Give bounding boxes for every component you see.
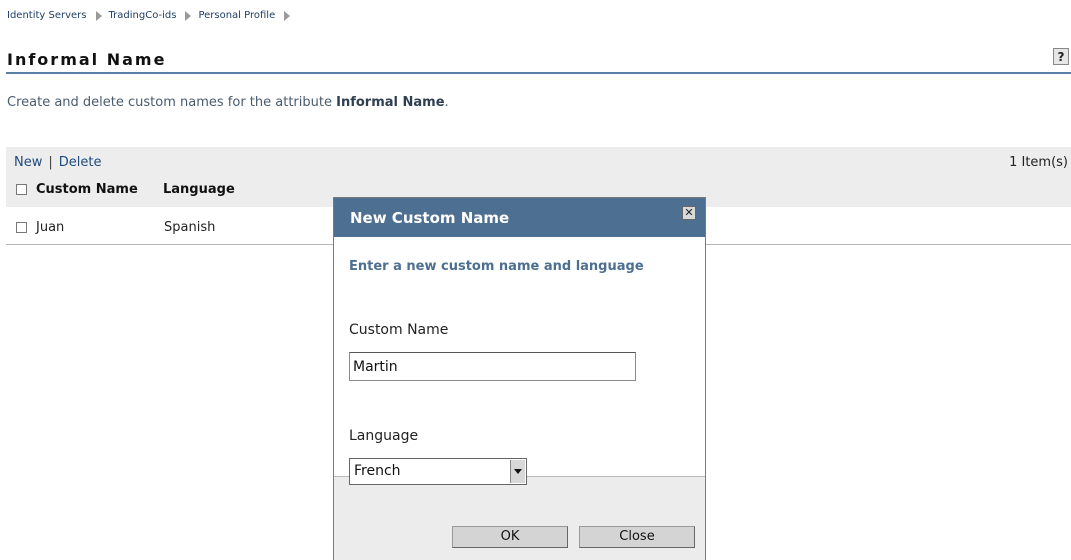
language-label: Language: [349, 428, 419, 444]
breadcrumb-item-identity-servers[interactable]: Identity Servers: [7, 10, 87, 21]
item-count: 1 Item(s): [1009, 155, 1068, 170]
dialog-title: New Custom Name: [350, 209, 510, 227]
row-custom-name: Juan: [36, 220, 65, 235]
page-title: Informal Name: [7, 50, 167, 69]
dialog-subtitle: Enter a new custom name and language: [349, 259, 644, 274]
ok-button[interactable]: OK: [452, 526, 568, 548]
page-description: Create and delete custom names for the a…: [7, 95, 449, 110]
table-header: Custom Name Language: [16, 182, 235, 197]
column-header-custom-name[interactable]: Custom Name: [36, 182, 163, 197]
new-link[interactable]: New: [14, 155, 42, 170]
close-icon[interactable]: ✕: [682, 206, 696, 220]
table-row[interactable]: Juan Spanish: [16, 220, 215, 235]
breadcrumb-arrow-icon: [284, 10, 291, 21]
row-checkbox[interactable]: [16, 222, 27, 233]
breadcrumb-item-tradingco-ids[interactable]: TradingCo-ids: [109, 10, 177, 21]
breadcrumb: Identity Servers TradingCo-ids Personal …: [7, 10, 297, 21]
column-header-language[interactable]: Language: [163, 182, 235, 197]
select-all-checkbox[interactable]: [16, 184, 27, 195]
title-divider: [6, 72, 1071, 74]
language-select[interactable]: French: [349, 458, 527, 485]
list-actions: New | Delete: [14, 155, 101, 170]
custom-name-input[interactable]: [349, 352, 636, 381]
dialog-header: New Custom Name ✕: [334, 198, 705, 237]
delete-link[interactable]: Delete: [59, 155, 102, 170]
help-button[interactable]: ?: [1053, 48, 1069, 65]
close-button[interactable]: Close: [579, 526, 695, 548]
description-suffix: .: [444, 95, 449, 110]
breadcrumb-item-personal-profile[interactable]: Personal Profile: [198, 10, 275, 21]
breadcrumb-arrow-icon: [95, 10, 102, 21]
breadcrumb-arrow-icon: [185, 10, 192, 21]
custom-name-label: Custom Name: [349, 322, 449, 338]
row-language: Spanish: [164, 220, 216, 235]
dialog-body: Enter a new custom name and language Cus…: [334, 237, 705, 485]
language-selected-value: French: [354, 463, 401, 479]
description-text: Create and delete custom names for the a…: [7, 95, 337, 110]
description-attribute: Informal Name: [336, 95, 445, 110]
action-separator: |: [48, 155, 53, 170]
chevron-down-icon[interactable]: [510, 460, 525, 483]
new-custom-name-dialog: New Custom Name ✕ Enter a new custom nam…: [333, 197, 706, 560]
